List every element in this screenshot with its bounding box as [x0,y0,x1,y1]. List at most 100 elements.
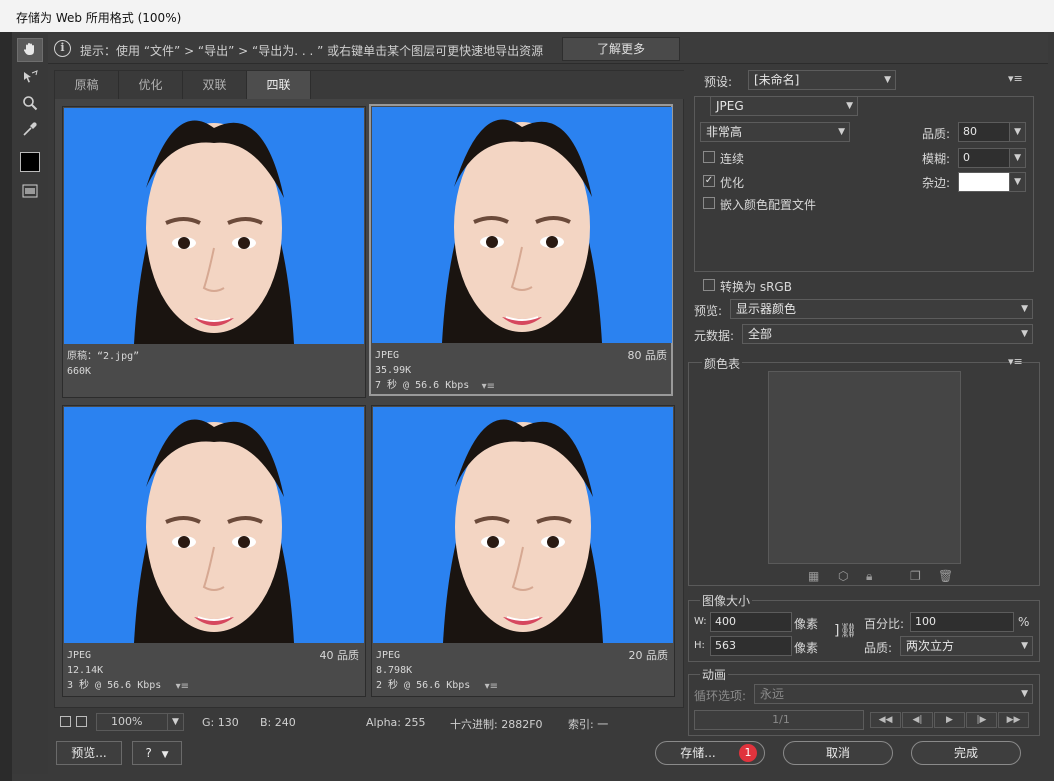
next-frame-icon[interactable]: |▶ [966,712,997,728]
optimized-label: 优化 [720,176,745,190]
preset-menu-icon[interactable]: ▾≡ [1008,72,1023,85]
tab-optimized[interactable]: 优化 [119,71,183,99]
chevron-down-icon[interactable]: ▼ [167,713,184,731]
pane-download-time: 3 秒 @ 56.6 Kbps [67,680,162,691]
save-label: 存储... [680,746,716,760]
embed-profile-checkbox[interactable] [703,197,715,209]
pane-size: 8.798K [376,665,413,676]
preset-label: 预设: [704,75,733,89]
chevron-down-icon: ▼ [1021,641,1028,651]
toggle-slices-button[interactable] [17,180,43,204]
matte-select[interactable]: ▼ [1009,172,1026,192]
cancel-button[interactable]: 取消 [783,741,893,765]
preview-button[interactable]: 预览... [56,741,122,765]
pane-info: JPEG 8.798K 2 秒 @ 56.6 Kbps 20 品质 [376,648,672,693]
percent-field[interactable]: 100 [910,612,1014,632]
step-badge: 1 [739,744,757,762]
chevron-down-icon: ▼ [161,750,169,760]
height-unit: 像素 [794,641,819,655]
pane-menu-icon[interactable]: ▾≡ [485,681,498,692]
preview-select[interactable]: 显示器颜色 ▼ [730,299,1033,319]
pane-size: 660K [67,366,92,377]
pane-format: 原稿：“2.jpg” [67,351,140,362]
preview-area: 原稿 优化 双联 四联 原稿：“2.jpg” 660K JPEG 35.99K … [54,70,685,708]
quality-field[interactable]: 80 [958,122,1010,142]
portrait-image [64,407,364,643]
chevron-down-icon: ▼ [1014,127,1021,137]
web-shift-icon[interactable]: ⬡ [838,569,848,583]
hand-tool[interactable] [17,38,43,62]
new-color-icon[interactable]: ❐ [910,569,921,583]
progressive-checkbox[interactable] [703,151,715,163]
preview-pane-quality-40[interactable]: JPEG 12.14K 3 秒 @ 56.6 Kbps 40 品质 ▾≡ [62,405,366,697]
hint-bar: i 提示：使用 “文件” > “导出” > “导出为. . . ” 或右键单击某… [48,34,1048,64]
portrait-image [372,107,672,343]
convert-srgb-checkbox[interactable] [703,279,715,291]
format-select[interactable]: JPEG ▼ [710,96,858,116]
window-title-bar: 存储为 Web 所用格式 (100%) [0,0,1054,32]
eyedropper-color-swatch[interactable] [17,150,43,174]
zoom-out-icon[interactable] [60,716,71,727]
matte-label: 杂边: [922,176,951,190]
percent-unit: % [1018,615,1030,629]
link-chain-icon[interactable]: ]⛓ [834,623,857,639]
resample-select[interactable]: 两次立方 ▼ [900,636,1033,656]
tab-2-up[interactable]: 双联 [183,71,247,99]
loop-select[interactable]: 永远 ▼ [754,684,1033,704]
previous-frame-icon[interactable]: ◀| [902,712,933,728]
zoom-tool[interactable] [17,92,43,116]
eyedropper-icon [22,121,38,140]
zoom-in-icon[interactable] [76,716,87,727]
lock-icon[interactable]: 🔒︎ [866,569,872,584]
width-label: W: [694,616,707,627]
eyedropper-tool[interactable] [17,118,43,142]
portrait-image [64,108,364,344]
quality-slider-toggle[interactable]: ▼ [1009,122,1026,142]
format-value: JPEG [716,99,744,113]
chevron-down-icon: ▼ [1021,329,1028,339]
preview-pane-quality-80[interactable]: JPEG 35.99K 7 秒 @ 56.6 Kbps 80 品质 ▾≡ [369,104,673,396]
pane-info: 原稿：“2.jpg” 660K [67,349,363,379]
matte-color-swatch[interactable] [958,172,1010,192]
width-field[interactable]: 400 [710,612,792,632]
quality-preset-value: 非常高 [706,125,743,139]
done-button[interactable]: 完成 [911,741,1021,765]
embed-profile-label: 嵌入颜色配置文件 [720,198,817,212]
color-table-menu-icon[interactable]: ▾≡ [1008,355,1023,368]
tab-original[interactable]: 原稿 [55,71,119,99]
metadata-select[interactable]: 全部 ▼ [742,324,1033,344]
play-icon[interactable]: ▶ [934,712,965,728]
slice-select-tool[interactable] [17,66,43,90]
magnifier-icon [22,95,38,114]
pane-menu-icon[interactable]: ▾≡ [482,381,495,392]
learn-more-button[interactable]: 了解更多 [562,37,680,61]
tab-4-up[interactable]: 四联 [247,71,311,99]
hand-icon [22,41,38,60]
height-field[interactable]: 563 [710,636,792,656]
color-table-title: 颜色表 [702,355,743,372]
preset-select[interactable]: [未命名] ▼ [748,70,896,90]
chevron-down-icon: ▼ [1014,177,1021,187]
zoom-level[interactable]: 100% [96,713,168,731]
pane-size: 12.14K [67,665,104,676]
last-frame-icon[interactable]: ▶▶ [998,712,1029,728]
optimized-checkbox[interactable]: ✓ [703,175,715,187]
quality-preset-select[interactable]: 非常高 ▼ [700,122,850,142]
browser-preview-button[interactable]: ? ▼ [132,741,182,765]
preview-pane-original[interactable]: 原稿：“2.jpg” 660K [62,106,366,398]
chevron-down-icon: ▼ [1021,304,1028,314]
quality-label: 品质: [922,127,951,141]
height-label: H: [694,640,705,651]
blur-slider-toggle[interactable]: ▼ [1009,148,1026,168]
first-frame-icon[interactable]: ◀◀ [870,712,901,728]
pane-menu-icon[interactable]: ▾≡ [176,681,189,692]
metadata-value: 全部 [748,327,773,341]
frame-counter: 1/1 [694,710,864,730]
index-value: 索引: 一 [568,718,609,731]
progressive-label: 连续 [720,152,745,166]
preview-pane-quality-20[interactable]: JPEG 8.798K 2 秒 @ 56.6 Kbps 20 品质 ▾≡ [371,405,675,697]
blur-field[interactable]: 0 [958,148,1010,168]
tool-column [12,34,48,774]
trash-icon[interactable]: 🗑︎ [938,569,953,583]
map-transparency-icon[interactable]: ▦ [808,569,819,583]
